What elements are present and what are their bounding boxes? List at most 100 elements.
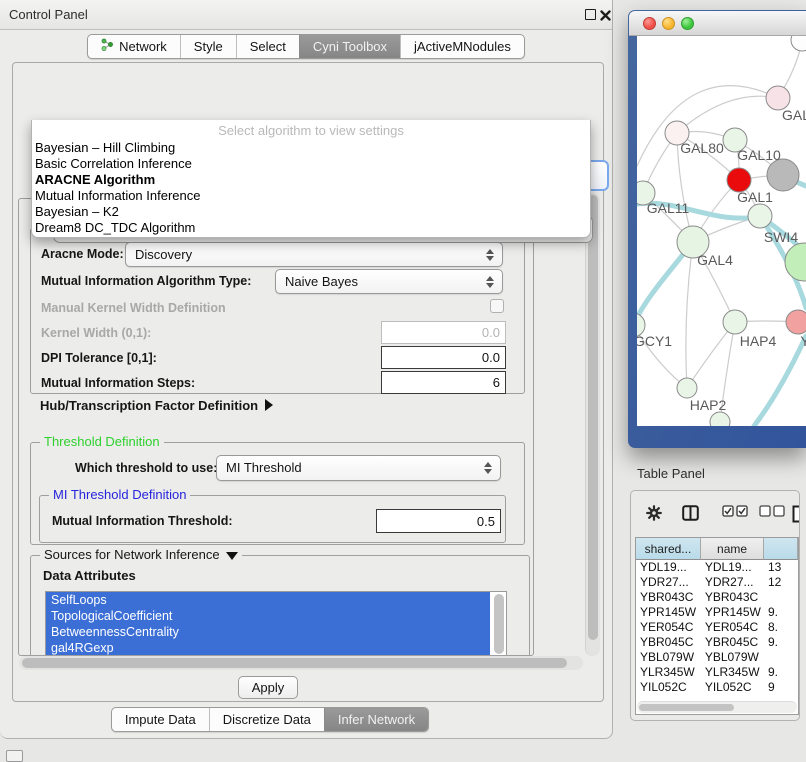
table-cell[interactable] [764,650,798,665]
table-cell[interactable]: YPR145W [701,605,764,620]
attribute-item-gal4rgexp[interactable]: gal4RGexp [46,640,490,656]
table-row[interactable]: YBR045CYBR045C9. [636,635,798,650]
network-node-swi4[interactable] [748,204,772,228]
algorithm-option-bayesian-hill-climbing[interactable]: Bayesian – Hill Climbing [32,140,590,156]
network-canvas[interactable]: GALGAL80GAL10GAL1GAL11SWI4GAL4GCY1HAP4YH… [637,36,806,426]
network-edge[interactable] [686,242,693,388]
table-horizontal-scrollbar[interactable] [637,701,797,713]
column-header-name[interactable]: name [701,538,764,560]
settings-vertical-scrollbar[interactable] [585,193,600,656]
algorithm-option-basic-correlation-inference[interactable]: Basic Correlation Inference [32,156,590,172]
table-mini-icon[interactable] [6,750,23,762]
network-edge[interactable] [677,96,778,133]
list-scrollbar[interactable] [494,594,504,654]
apply-button[interactable]: Apply [238,676,298,699]
table-row[interactable]: YDR27...YDR27...12 [636,575,798,590]
dpi-tolerance-field[interactable] [381,346,506,369]
tab-style[interactable]: Style [180,35,236,58]
algorithm-option-mutual-information-inference[interactable]: Mutual Information Inference [32,188,590,204]
attribute-item-selfloops[interactable]: SelfLoops [46,592,490,608]
network-edge[interactable] [754,336,806,426]
mi-threshold-field[interactable] [376,509,501,533]
settings-horizontal-scrollbar[interactable] [19,656,583,670]
document-icon[interactable] [792,505,800,526]
network-window-titlebar[interactable] [629,11,806,36]
table-cell[interactable]: 13 [764,560,798,575]
table-cell[interactable]: YDR27... [701,575,764,590]
table-cell[interactable]: 8. [764,620,798,635]
network-node-salmon[interactable] [786,310,806,334]
table-cell[interactable]: YBL079W [636,650,701,665]
column-header-shared[interactable]: shared... [636,538,701,560]
table-row[interactable]: YDL19...YDL19...13 [636,560,798,575]
table-row[interactable]: YLR345WYLR345W9. [636,665,798,680]
tab-network[interactable]: Network [88,35,180,58]
aracne-mode-combo[interactable]: Discovery [125,242,503,267]
network-node-hap4[interactable] [723,310,747,334]
close-traffic-light-icon[interactable] [643,17,656,30]
which-threshold-combo[interactable]: MI Threshold [216,455,501,481]
table-cell[interactable]: 9. [764,665,798,680]
unchecked-pair-icon[interactable] [759,505,785,520]
table-row[interactable]: YBL079WYBL079W [636,650,798,665]
manual-kernel-width-checkbox[interactable] [490,299,504,313]
network-node-gray[interactable] [767,159,799,191]
sources-group: Sources for Network Inference Data Attri… [30,555,530,656]
table-cell[interactable]: YLR345W [636,665,701,680]
network-node-unlabeled-top[interactable] [791,36,806,51]
algorithm-option-aracne-algorithm[interactable]: ARACNE Algorithm [32,172,590,188]
kernel-width-field[interactable] [381,321,506,344]
table-cell[interactable]: YDR27... [636,575,701,590]
network-node-biggreen[interactable] [785,243,806,281]
table-cell[interactable]: YER054C [636,620,701,635]
network-node-hap2[interactable] [677,378,697,398]
table-cell[interactable]: YER054C [701,620,764,635]
mi-steps-field[interactable] [381,371,506,394]
tab-impute-data[interactable]: Impute Data [112,708,209,731]
hub-definition-toggle[interactable]: Hub/Transcription Factor Definition [40,398,273,413]
table-cell[interactable]: YBL079W [701,650,764,665]
minimize-traffic-light-icon[interactable] [662,17,675,30]
table-row[interactable]: YBR043CYBR043C [636,590,798,605]
float-icon[interactable] [585,9,596,20]
attribute-item-topologicalcoefficient[interactable]: TopologicalCoefficient [46,608,490,624]
tab-infer-network[interactable]: Infer Network [324,708,428,731]
algorithm-option-dream8-dc-tdc-algorithm[interactable]: Dream8 DC_TDC Algorithm [32,220,590,236]
table-row[interactable]: YPR145WYPR145W9. [636,605,798,620]
data-attributes-list[interactable]: SelfLoopsTopologicalCoefficientBetweenne… [45,591,507,656]
table-cell[interactable]: YIL052C [636,680,701,695]
table-cell[interactable]: YIL052C [701,680,764,695]
table-cell[interactable]: 12 [764,575,798,590]
table-cell[interactable]: YDL19... [636,560,701,575]
mi-algorithm-type-combo[interactable]: Naive Bayes [275,269,503,294]
gear-icon[interactable] [646,505,662,524]
checked-pair-icon[interactable] [722,505,748,520]
table-cell[interactable]: YPR145W [636,605,701,620]
table-row[interactable]: YIL052CYIL052C9 [636,680,798,695]
table-cell[interactable]: 9. [764,635,798,650]
table-cell[interactable]: YBR045C [701,635,764,650]
table-cell[interactable] [764,590,798,605]
table-cell[interactable]: 9 [764,680,798,695]
column-header-2[interactable] [764,538,798,560]
tab-discretize-data[interactable]: Discretize Data [209,708,324,731]
tab-jactivemnodules[interactable]: jActiveMNodules [400,35,524,58]
table-cell[interactable]: YBR045C [636,635,701,650]
zoom-traffic-light-icon[interactable] [681,17,694,30]
tab-cyni-toolbox[interactable]: Cyni Toolbox [299,35,400,58]
table-cell[interactable]: YBR043C [636,590,701,605]
algorithm-definition-group: Algorithm Definition Aracne Mode: Discov… [30,228,525,394]
table-row[interactable]: YER054CYER054C8. [636,620,798,635]
network-node-unlabeled-bottom[interactable] [710,412,730,426]
close-icon[interactable] [600,9,611,24]
tab-select[interactable]: Select [236,35,299,58]
algorithm-option-bayesian-k2[interactable]: Bayesian – K2 [32,204,590,220]
table-panel: shared...name YDL19...YDL19...13YDR27...… [630,490,800,721]
table-cell[interactable]: 9. [764,605,798,620]
sources-group-title[interactable]: Sources for Network Inference [40,547,242,562]
attribute-item-betweennesscentrality[interactable]: BetweennessCentrality [46,624,490,640]
table-cell[interactable]: YLR345W [701,665,764,680]
split-columns-icon[interactable] [682,505,699,524]
table-cell[interactable]: YDL19... [701,560,764,575]
table-cell[interactable]: YBR043C [701,590,764,605]
